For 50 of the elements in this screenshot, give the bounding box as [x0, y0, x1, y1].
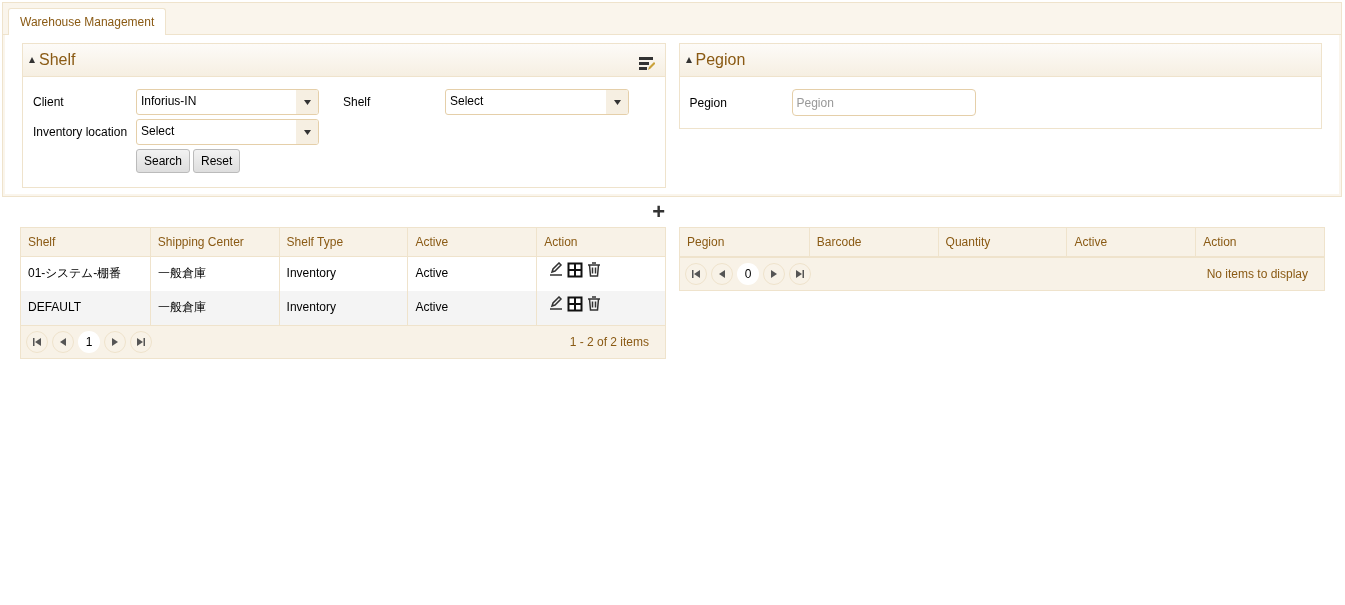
form-button[interactable]: Reset: [193, 149, 241, 173]
trash-icon[interactable]: [587, 296, 602, 311]
dropdown[interactable]: Select: [136, 119, 319, 145]
previous-page-icon: [718, 270, 726, 278]
table-cell-text: 01-システム-棚番: [27, 265, 123, 282]
last-page-icon: [137, 338, 145, 346]
page-number[interactable]: 0: [737, 263, 759, 285]
next-page-icon: [111, 338, 119, 346]
column-header[interactable]: Active: [1066, 228, 1196, 256]
page-number[interactable]: 1: [78, 331, 100, 353]
collapse-triangle-icon[interactable]: [685, 57, 692, 63]
trash-icon[interactable]: [587, 262, 602, 277]
column-header[interactable]: Active: [407, 228, 537, 256]
tab[interactable]: Warehouse Management: [8, 8, 167, 35]
first-page-icon: [692, 270, 700, 278]
next-page-icon: [770, 270, 778, 278]
table-cell-text: DEFAULT: [27, 299, 83, 316]
pager-summary: 1 - 2 of 2 items: [569, 334, 650, 351]
add-button[interactable]: +: [652, 201, 665, 223]
column-header[interactable]: Pegion: [680, 228, 809, 256]
input-field[interactable]: Pegion: [791, 89, 976, 116]
column-header[interactable]: Quantity: [937, 228, 1067, 256]
form-button[interactable]: Search: [136, 149, 191, 173]
dropdown-arrow-icon: [613, 99, 621, 105]
grid-icon[interactable]: [567, 262, 584, 278]
collapse-triangle-icon[interactable]: [29, 57, 35, 63]
field-label: Shelf: [343, 94, 372, 111]
panel-title: Pegion: [695, 50, 746, 70]
dropdown[interactable]: Select: [445, 89, 629, 115]
column-header[interactable]: Action: [536, 228, 665, 256]
column-header[interactable]: Shelf Type: [278, 228, 408, 256]
pencil-icon[interactable]: [549, 296, 564, 310]
last-page-icon: [796, 270, 804, 278]
field-label: Client: [33, 94, 65, 111]
pager-summary: No items to display: [1206, 266, 1309, 283]
dropdown-arrow-icon: [303, 99, 311, 105]
previous-page-icon: [59, 338, 67, 346]
dropdown[interactable]: Inforius-IN: [136, 89, 319, 115]
panel-title: Shelf: [39, 50, 76, 70]
field-label: Pegion: [689, 94, 728, 112]
column-header[interactable]: Shipping Center: [149, 228, 279, 256]
pencil-icon[interactable]: [549, 262, 564, 276]
dropdown-arrow-icon: [303, 129, 311, 135]
field-label: Inventory location: [33, 124, 129, 141]
column-header[interactable]: Shelf: [21, 228, 150, 256]
grid-icon[interactable]: [567, 296, 584, 312]
settings-list-icon[interactable]: [638, 57, 655, 71]
column-header[interactable]: Action: [1195, 228, 1324, 256]
first-page-icon: [33, 338, 41, 346]
column-header[interactable]: Barcode: [808, 228, 938, 256]
